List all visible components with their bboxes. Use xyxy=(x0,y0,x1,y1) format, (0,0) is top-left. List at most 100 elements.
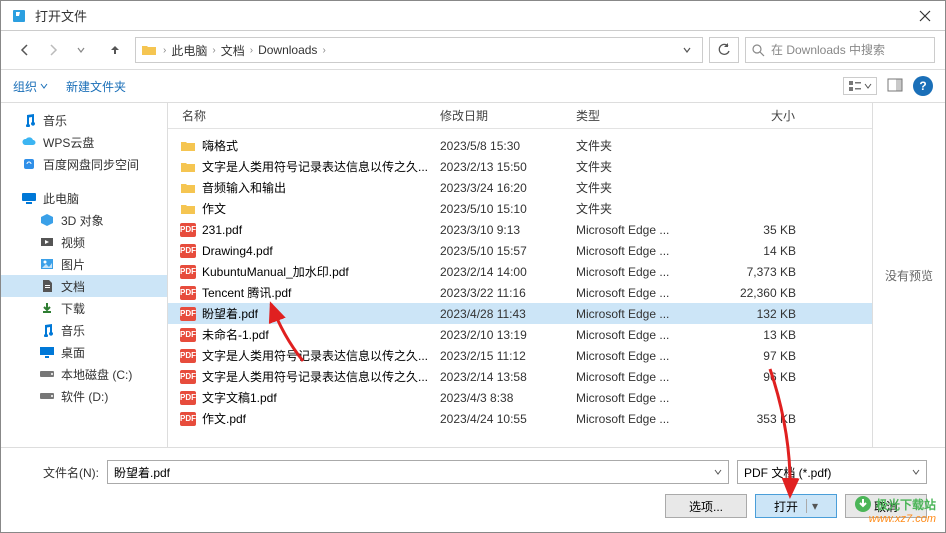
file-list-header[interactable]: 名称 修改日期 类型 大小 xyxy=(168,103,872,129)
chevron-down-icon xyxy=(912,468,920,476)
sidebar-item[interactable]: 软件 (D:) xyxy=(1,385,167,407)
file-row[interactable]: 嗨格式2023/5/8 15:30文件夹 xyxy=(168,135,872,156)
sidebar-item[interactable]: 下载 xyxy=(1,297,167,319)
breadcrumb[interactable]: › 此电脑 › 文档 › Downloads › xyxy=(135,37,703,63)
nav-forward-button[interactable] xyxy=(39,36,67,64)
new-folder-button[interactable]: 新建文件夹 xyxy=(66,78,126,95)
options-button[interactable]: 选项... xyxy=(665,494,747,518)
file-row[interactable]: PDF文字是人类用符号记录表达信息以传之久...2023/2/15 11:12M… xyxy=(168,345,872,366)
file-row[interactable]: 文字是人类用符号记录表达信息以传之久...2023/2/13 15:50文件夹 xyxy=(168,156,872,177)
sidebar-item-label: 软件 (D:) xyxy=(61,388,108,405)
sidebar-item[interactable]: 桌面 xyxy=(1,341,167,363)
search-icon xyxy=(752,44,765,57)
open-button[interactable]: 打开 ▾ xyxy=(755,494,837,518)
file-size: 132 KB xyxy=(704,307,804,321)
file-type: Microsoft Edge ... xyxy=(568,307,704,321)
filename-input[interactable] xyxy=(114,465,710,479)
window-title: 打开文件 xyxy=(35,6,905,25)
file-type: Microsoft Edge ... xyxy=(568,244,704,258)
file-type: 文件夹 xyxy=(568,179,704,196)
filename-input-wrapper[interactable] xyxy=(107,460,729,484)
file-type: Microsoft Edge ... xyxy=(568,265,704,279)
chevron-right-icon: › xyxy=(160,45,169,56)
file-row[interactable]: PDF KubuntuManual_加水印.pdf 2023/2/14 14:00M… xyxy=(168,261,872,282)
file-name: Tencent 腾讯.pdf xyxy=(202,284,291,301)
column-name[interactable]: 名称 xyxy=(168,107,432,124)
file-row[interactable]: PDF作文.pdf2023/4/24 10:55Microsoft Edge .… xyxy=(168,408,872,429)
breadcrumb-item[interactable]: 文档 xyxy=(219,42,247,59)
file-size: 13 KB xyxy=(704,328,804,342)
file-row[interactable]: PDF文字是人类用符号记录表达信息以传之久...2023/2/14 13:58M… xyxy=(168,366,872,387)
column-size[interactable]: 大小 xyxy=(704,107,804,124)
breadcrumb-item[interactable]: Downloads xyxy=(256,43,319,57)
file-date: 2023/2/14 13:58 xyxy=(432,370,568,384)
folder-icon xyxy=(140,41,158,59)
file-name: KubuntuManual_加水印.pdf xyxy=(202,263,349,280)
help-button[interactable]: ? xyxy=(913,76,933,96)
file-size: 353 KB xyxy=(704,412,804,426)
column-type[interactable]: 类型 xyxy=(568,107,704,124)
column-date[interactable]: 修改日期 xyxy=(432,107,568,124)
pdf-icon: PDF xyxy=(180,222,196,238)
file-type: Microsoft Edge ... xyxy=(568,223,704,237)
file-list: 名称 修改日期 类型 大小 嗨格式2023/5/8 15:30文件夹文字是人类用… xyxy=(168,103,873,447)
sidebar-item[interactable]: 图片 xyxy=(1,253,167,275)
search-field[interactable] xyxy=(771,43,928,57)
sidebar: 音乐WPS云盘百度网盘同步空间此电脑3D 对象视频图片文档下载音乐桌面本地磁盘 … xyxy=(1,103,168,447)
file-row[interactable]: PDF231.pdf2023/3/10 9:13Microsoft Edge .… xyxy=(168,219,872,240)
file-type: Microsoft Edge ... xyxy=(568,412,704,426)
nav-recent-button[interactable] xyxy=(67,36,95,64)
sidebar-item[interactable]: 3D 对象 xyxy=(1,209,167,231)
file-type-filter[interactable]: PDF 文档 (*.pdf) xyxy=(737,460,927,484)
chevron-down-icon[interactable] xyxy=(714,468,722,476)
sidebar-item[interactable]: 音乐 xyxy=(1,109,167,131)
file-size: 14 KB xyxy=(704,244,804,258)
sidebar-item-label: 3D 对象 xyxy=(61,212,104,229)
pdf-icon: PDF xyxy=(180,348,196,364)
file-name: Drawing4.pdf xyxy=(202,244,273,258)
file-name: 嗨格式 xyxy=(202,137,238,154)
nav-up-button[interactable] xyxy=(101,36,129,64)
preview-toggle-button[interactable] xyxy=(887,78,903,95)
file-row[interactable]: PDFTencent 腾讯.pdf2023/3/22 11:16Microsof… xyxy=(168,282,872,303)
folder-icon xyxy=(180,201,196,217)
breadcrumb-item[interactable]: 此电脑 xyxy=(169,42,209,59)
file-row[interactable]: 作文2023/5/10 15:10文件夹 xyxy=(168,198,872,219)
sidebar-item-label: WPS云盘 xyxy=(43,134,94,151)
file-date: 2023/2/14 14:00 xyxy=(432,265,568,279)
file-row[interactable]: 音频输入和输出2023/3/24 16:20文件夹 xyxy=(168,177,872,198)
view-mode-button[interactable] xyxy=(843,77,877,95)
refresh-button[interactable] xyxy=(709,37,739,63)
nav-back-button[interactable] xyxy=(11,36,39,64)
file-date: 2023/4/3 8:38 xyxy=(432,391,568,405)
file-row[interactable]: PDF盼望着.pdf2023/4/28 11:43Microsoft Edge … xyxy=(168,303,872,324)
sidebar-item-label: 桌面 xyxy=(61,344,85,361)
sidebar-item[interactable]: 音乐 xyxy=(1,319,167,341)
sidebar-item-thispc[interactable]: 此电脑 xyxy=(1,187,167,209)
sidebar-item[interactable]: 文档 xyxy=(1,275,167,297)
file-date: 2023/4/24 10:55 xyxy=(432,412,568,426)
sidebar-item[interactable]: WPS云盘 xyxy=(1,131,167,153)
pdf-icon: PDF xyxy=(180,264,196,280)
filename-label: 文件名(N): xyxy=(19,464,99,481)
image-icon xyxy=(39,256,55,272)
sidebar-item[interactable]: 本地磁盘 (C:) xyxy=(1,363,167,385)
file-type: Microsoft Edge ... xyxy=(568,286,704,300)
chevron-down-icon[interactable] xyxy=(329,45,698,55)
file-row[interactable]: PDFDrawing4.pdf2023/5/10 15:57Microsoft … xyxy=(168,240,872,261)
preview-pane: 没有预览 xyxy=(873,103,945,447)
chevron-down-icon[interactable]: ▾ xyxy=(806,499,818,513)
organize-button[interactable]: 组织 xyxy=(13,78,48,95)
file-type: 文件夹 xyxy=(568,158,704,175)
search-input[interactable] xyxy=(745,37,935,63)
file-type: 文件夹 xyxy=(568,200,704,217)
file-row[interactable]: PDF文字文稿1.pdf2023/4/3 8:38Microsoft Edge … xyxy=(168,387,872,408)
file-row[interactable]: PDF未命名-1.pdf2023/2/10 13:19Microsoft Edg… xyxy=(168,324,872,345)
file-type: 文件夹 xyxy=(568,137,704,154)
close-button[interactable] xyxy=(905,1,945,31)
file-date: 2023/4/28 11:43 xyxy=(432,307,568,321)
file-date: 2023/3/22 11:16 xyxy=(432,286,568,300)
sidebar-item[interactable]: 视频 xyxy=(1,231,167,253)
sidebar-item[interactable]: 百度网盘同步空间 xyxy=(1,153,167,175)
folder-icon xyxy=(180,159,196,175)
